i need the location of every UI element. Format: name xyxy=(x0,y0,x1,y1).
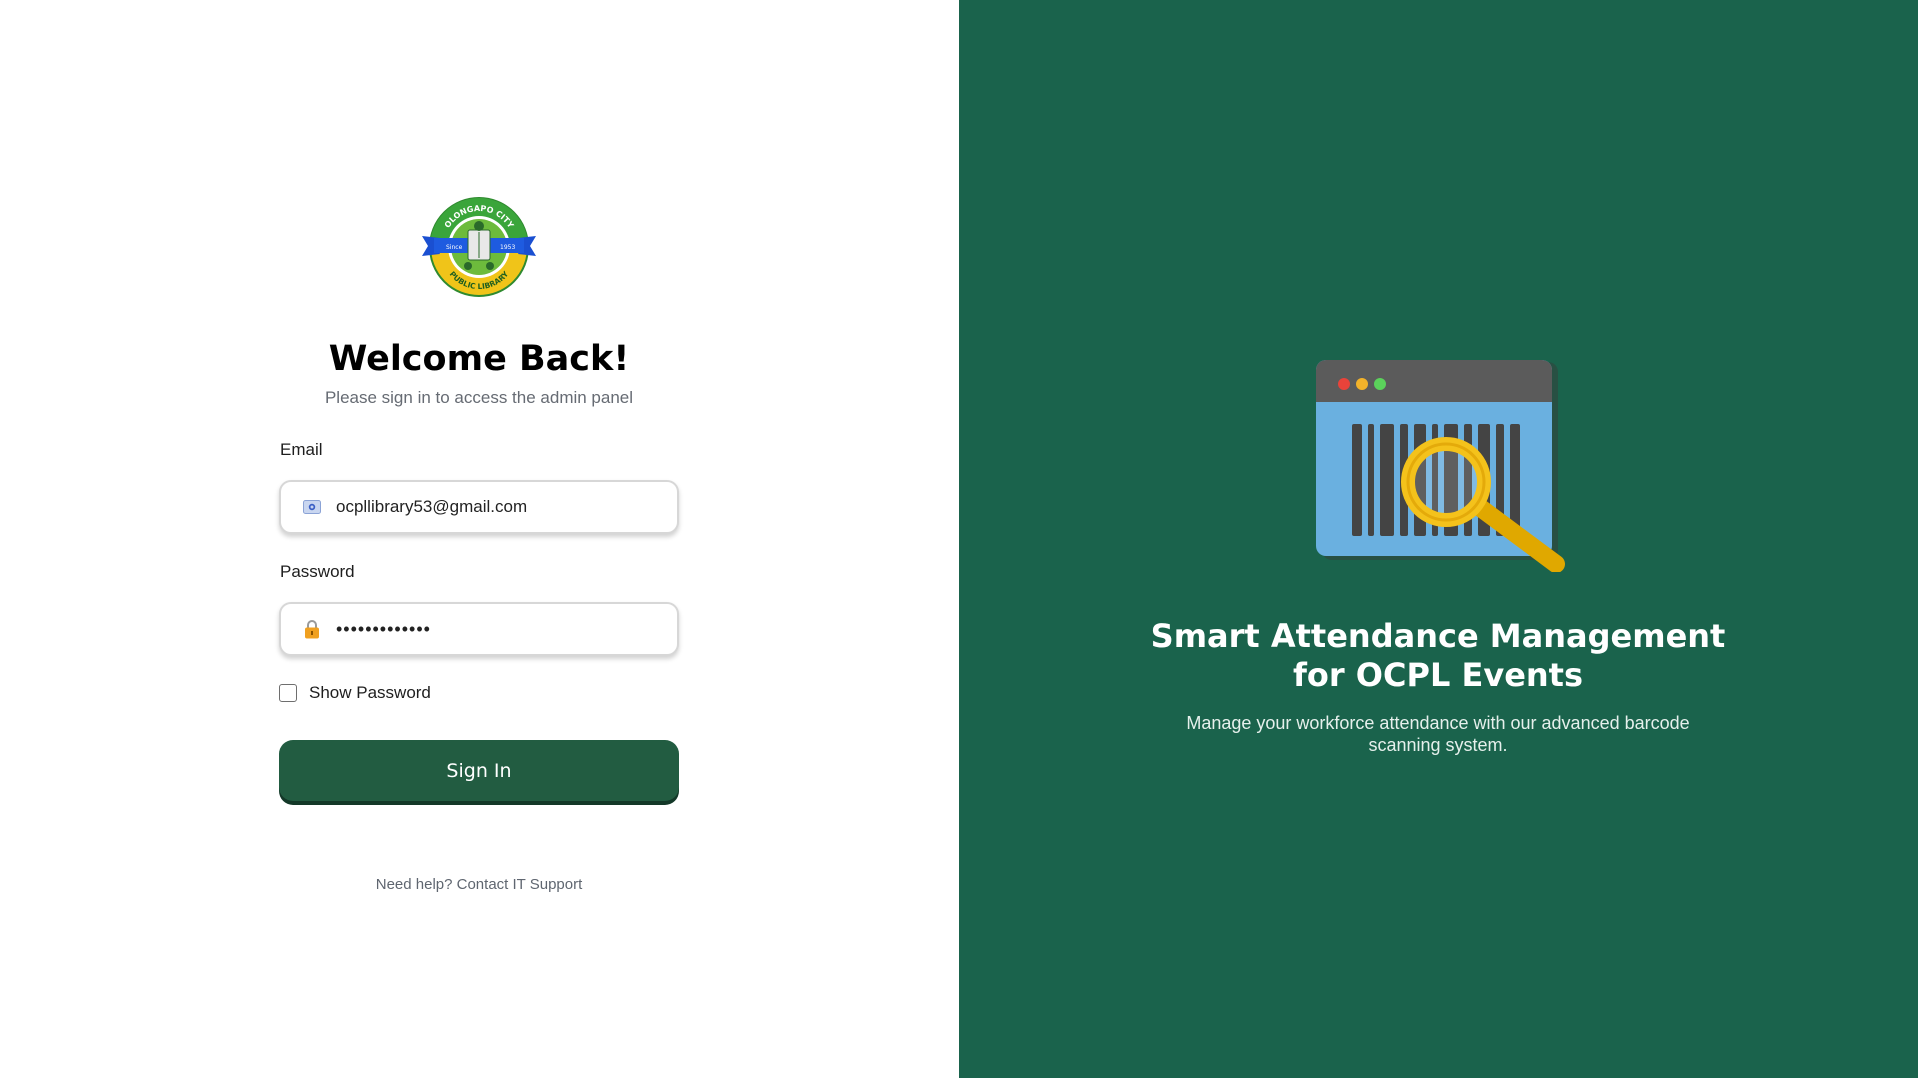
hero-description: Manage your workforce attendance with ou… xyxy=(1186,713,1690,755)
help-link[interactable]: Need help? Contact IT Support xyxy=(279,876,679,893)
show-password-checkbox[interactable] xyxy=(279,684,297,702)
svg-text:1953: 1953 xyxy=(500,244,515,251)
show-password-toggle[interactable]: Show Password xyxy=(279,683,431,703)
password-field-container[interactable] xyxy=(279,602,679,656)
login-pane: OLONGAPO CITY PUBLIC LIBRARY Since 1953 … xyxy=(0,0,959,1078)
email-input[interactable] xyxy=(336,497,656,517)
password-label: Password xyxy=(280,562,355,581)
email-field-container[interactable] xyxy=(279,480,679,534)
lock-icon xyxy=(301,618,323,640)
sign-in-button[interactable]: Sign In xyxy=(279,740,679,801)
email-label: Email xyxy=(280,440,323,459)
library-logo: OLONGAPO CITY PUBLIC LIBRARY Since 1953 xyxy=(422,197,536,297)
envelope-icon xyxy=(301,496,323,518)
svg-text:Since: Since xyxy=(446,244,463,251)
hero-title: Smart Attendance Management for OCPL Eve… xyxy=(1150,617,1726,694)
barcode-scanner-icon xyxy=(1316,360,1565,572)
login-subtitle: Please sign in to access the admin panel xyxy=(324,388,634,407)
welcome-heading: Welcome Back! xyxy=(328,339,630,379)
show-password-label[interactable]: Show Password xyxy=(309,683,431,703)
password-input[interactable] xyxy=(336,618,656,640)
